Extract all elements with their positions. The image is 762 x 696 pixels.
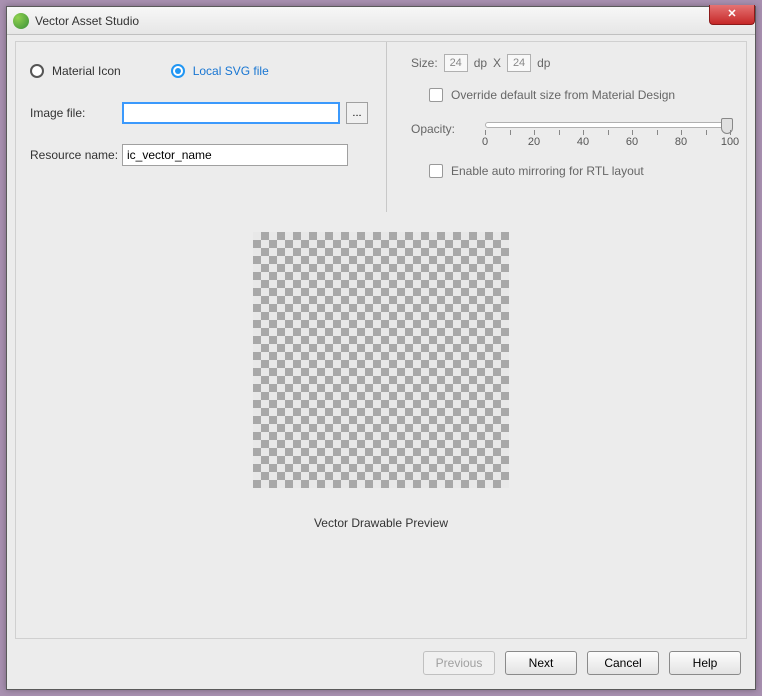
preview-area: Vector Drawable Preview xyxy=(16,212,746,530)
tick-label: 0 xyxy=(482,136,488,148)
size-row: Size: 24 dp X 24 dp xyxy=(411,54,730,72)
override-size-label: Override default size from Material Desi… xyxy=(451,88,675,102)
radio-icon xyxy=(171,64,185,78)
resource-name-input[interactable] xyxy=(122,144,348,166)
size-label: Size: xyxy=(411,56,438,70)
image-file-row: Image file: ... xyxy=(30,102,372,124)
image-file-label: Image file: xyxy=(30,106,122,120)
override-size-checkbox[interactable] xyxy=(429,88,443,102)
source-radio-group: Material Icon Local SVG file xyxy=(30,64,372,78)
left-panel: Material Icon Local SVG file Image file:… xyxy=(16,42,386,212)
dialog-window: Vector Asset Studio ✕ Material Icon Loca… xyxy=(6,6,756,690)
size-height-input[interactable]: 24 xyxy=(507,54,531,72)
preview-canvas xyxy=(253,232,509,488)
resource-name-label: Resource name: xyxy=(30,148,122,162)
titlebar[interactable]: Vector Asset Studio ✕ xyxy=(7,7,755,35)
rtl-checkbox[interactable] xyxy=(429,164,443,178)
tick-label: 80 xyxy=(675,136,687,148)
client-area: Material Icon Local SVG file Image file:… xyxy=(15,41,747,639)
window-title: Vector Asset Studio xyxy=(35,14,139,28)
radio-material-icon[interactable]: Material Icon xyxy=(30,64,121,78)
rtl-label: Enable auto mirroring for RTL layout xyxy=(451,164,644,178)
cancel-button[interactable]: Cancel xyxy=(587,651,659,675)
opacity-slider[interactable]: 020406080100 xyxy=(485,120,730,150)
slider-ticks: 020406080100 xyxy=(485,130,730,150)
slider-track xyxy=(485,122,730,128)
opacity-row: Opacity: 020406080100 xyxy=(411,120,730,150)
radio-label: Material Icon xyxy=(52,64,121,78)
top-area: Material Icon Local SVG file Image file:… xyxy=(16,42,746,212)
rtl-row: Enable auto mirroring for RTL layout xyxy=(429,164,730,178)
size-unit: dp xyxy=(537,56,550,70)
size-sep: X xyxy=(493,56,501,70)
browse-button[interactable]: ... xyxy=(346,102,368,124)
opacity-label: Opacity: xyxy=(411,122,455,136)
next-button[interactable]: Next xyxy=(505,651,577,675)
button-bar: Previous Next Cancel Help xyxy=(15,645,747,681)
help-button[interactable]: Help xyxy=(669,651,741,675)
app-icon xyxy=(13,13,29,29)
close-button[interactable]: ✕ xyxy=(709,5,755,25)
size-unit: dp xyxy=(474,56,487,70)
radio-icon xyxy=(30,64,44,78)
tick-label: 40 xyxy=(577,136,589,148)
right-panel: Size: 24 dp X 24 dp Override default siz… xyxy=(386,42,746,212)
size-width-input[interactable]: 24 xyxy=(444,54,468,72)
image-file-input[interactable] xyxy=(122,102,340,124)
tick-label: 60 xyxy=(626,136,638,148)
tick-label: 100 xyxy=(721,136,739,148)
override-size-row: Override default size from Material Desi… xyxy=(429,88,730,102)
previous-button: Previous xyxy=(423,651,495,675)
radio-local-svg[interactable]: Local SVG file xyxy=(171,64,269,78)
radio-label: Local SVG file xyxy=(193,64,269,78)
resource-name-row: Resource name: xyxy=(30,144,372,166)
preview-caption: Vector Drawable Preview xyxy=(16,516,746,530)
tick-label: 20 xyxy=(528,136,540,148)
